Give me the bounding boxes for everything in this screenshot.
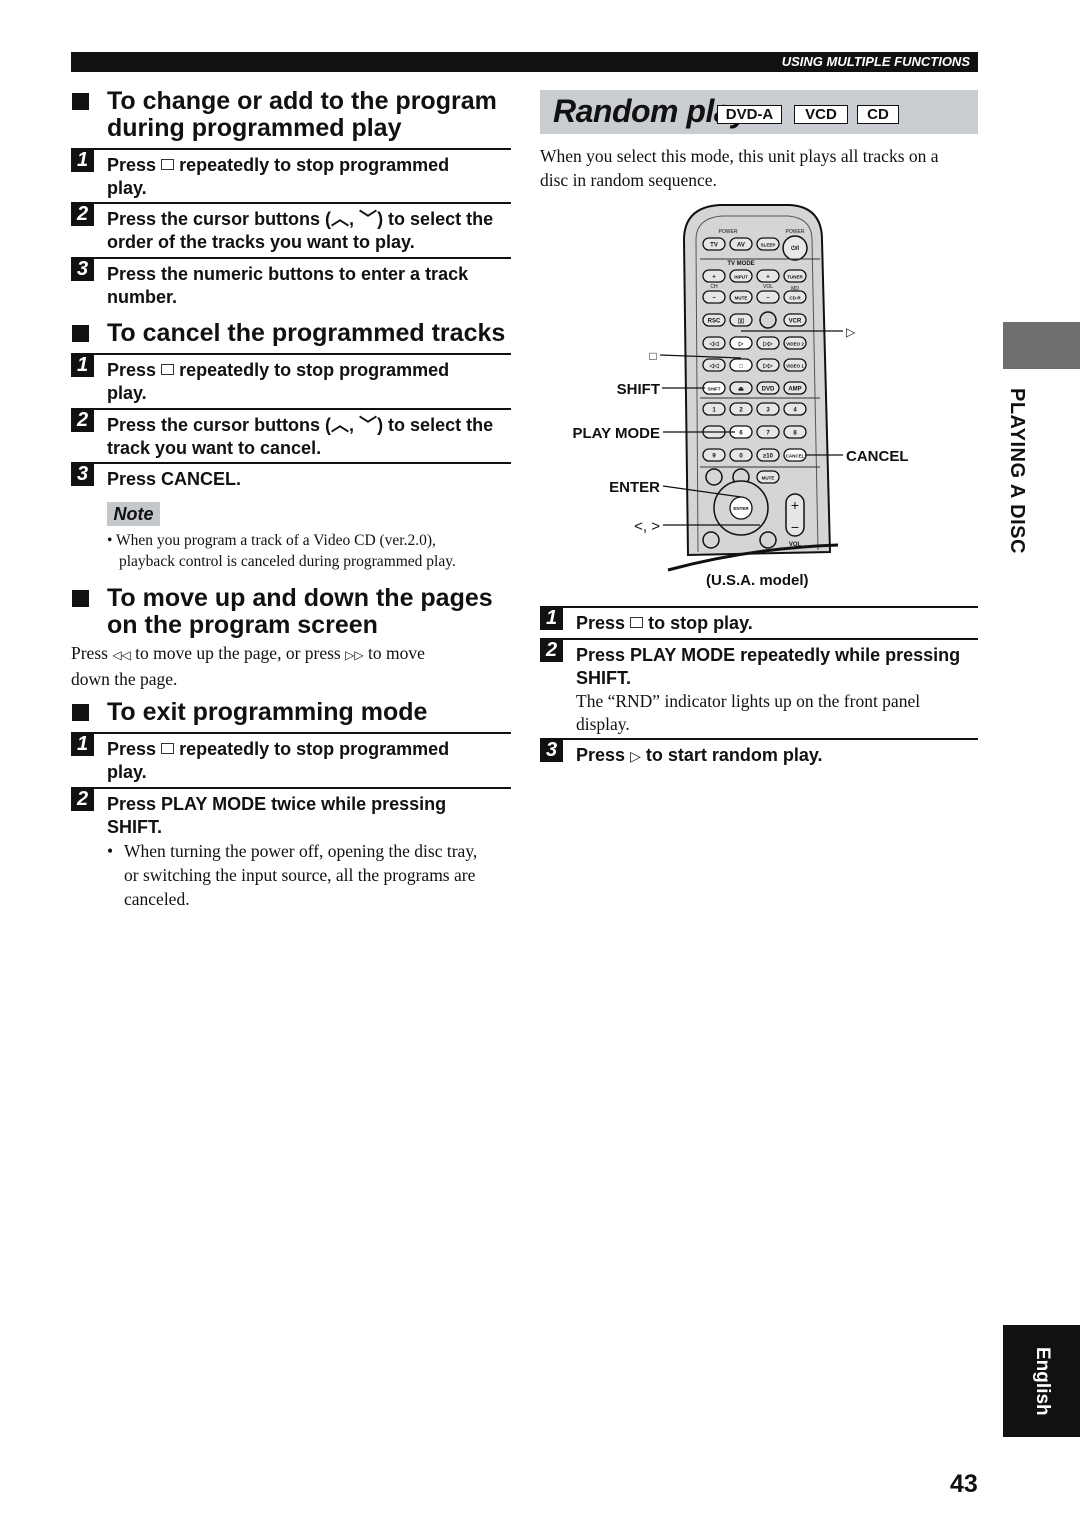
svg-text:VOL: VOL	[763, 284, 773, 290]
svg-text:▷: ▷	[738, 341, 744, 348]
stop-icon	[161, 364, 175, 375]
cursor-up-down-icon: ︿, ﹀	[331, 209, 378, 229]
svg-text:AMP: AMP	[788, 387, 801, 393]
svg-text:AV: AV	[737, 243, 745, 249]
svg-text:⏻/I: ⏻/I	[791, 245, 799, 252]
svg-text:SHIFT: SHIFT	[708, 387, 721, 392]
play-callout: ▷	[846, 325, 856, 339]
svg-text:POWER: POWER	[719, 229, 738, 235]
cursor-callout: <, >	[634, 518, 660, 535]
chapter-tab-marker	[1003, 322, 1080, 369]
heading-change-program: To change or add to the program during pr…	[71, 88, 547, 142]
svg-text:−: −	[791, 519, 799, 535]
random-intro: When you select this mode, this unit pla…	[540, 146, 939, 190]
svg-text:SLEEP: SLEEP	[761, 243, 776, 248]
svg-text:VIDEO 2: VIDEO 2	[786, 342, 804, 347]
enter-callout: ENTER	[609, 479, 660, 496]
step-3: 3 Press CANCEL.	[71, 462, 511, 496]
remote-caption: (U.S.A. model)	[706, 572, 809, 589]
step-2: 2 Press PLAY MODE twice while pressing SHI…	[71, 787, 511, 839]
remote-button	[759, 311, 777, 329]
step-1: 1 Press repeatedly to stop programmed play…	[71, 732, 511, 787]
step-3: 3 Press the numeric buttons to enter a tr…	[71, 257, 511, 312]
svg-text:≥10: ≥10	[763, 454, 774, 460]
svg-text:TUNER: TUNER	[787, 275, 803, 280]
svg-text:◁◁: ◁◁	[708, 341, 719, 348]
language-tab: English	[1003, 1325, 1080, 1437]
stop-callout: □	[649, 349, 656, 363]
svg-text:+: +	[712, 275, 716, 281]
step-1: 1 Press repeatedly to stop programmed play…	[71, 148, 511, 202]
skip-forward-icon: ▷▷	[345, 648, 364, 662]
svg-text:RSC: RSC	[708, 319, 721, 325]
language-label: English	[1032, 1347, 1053, 1416]
section-title: USING MULTIPLE FUNCTIONS	[781, 54, 970, 69]
section-header-bar: USING MULTIPLE FUNCTIONS	[71, 52, 978, 72]
cursor-up-down-icon: ︿, ﹀	[331, 415, 378, 435]
svg-text:MUTE: MUTE	[762, 476, 775, 481]
svg-text:POWER: POWER	[786, 229, 805, 235]
svg-text:▷▷: ▷▷	[762, 363, 773, 370]
random-play-heading: Random play DVD-A VCD CD	[540, 90, 978, 134]
exit-bullet: • When turning the power off, opening the…	[107, 841, 478, 909]
svg-text:CH: CH	[710, 284, 718, 290]
cancel-callout: CANCEL	[846, 448, 909, 465]
svg-text:ENTER: ENTER	[733, 506, 749, 511]
play-mode-callout: PLAY MODE	[572, 425, 660, 442]
chapter-tab-label: PLAYING A DISC	[1006, 388, 1028, 554]
page-number: 43	[950, 1470, 978, 1498]
step-1: 1 Press repeatedly to stop programmed play…	[71, 353, 511, 408]
play-icon: ▷	[630, 748, 641, 764]
heading-cancel-program: To cancel the programmed tracks	[71, 320, 547, 347]
note-text: • When you program a track of a Video CD…	[107, 532, 456, 570]
svg-text:DVD: DVD	[762, 387, 775, 393]
svg-text:VIDEO 1: VIDEO 1	[786, 364, 804, 369]
badge-cd: CD	[857, 105, 899, 124]
svg-text:TV: TV	[710, 243, 718, 249]
svg-text:+: +	[791, 497, 799, 513]
step-2: 2 Press the cursor buttons (︿, ﹀) to sele…	[71, 408, 511, 462]
svg-text:TV MODE: TV MODE	[727, 261, 754, 267]
remote-control-illustration: POWER POWERTV MODECH VOL MDTV AV SLEEP⏻/I+ INP…	[572, 204, 909, 572]
step-3: 3 Press ▷ to start random play.	[540, 738, 978, 772]
skip-back-icon: ◁◁	[112, 648, 131, 662]
step-2: 2 Press PLAY MODE repeatedly while pressi…	[540, 638, 978, 738]
badge-dvd-a: DVD-A	[717, 105, 782, 124]
svg-text:−: −	[766, 296, 770, 302]
stop-icon	[161, 743, 175, 754]
stop-icon	[630, 617, 644, 628]
svg-text:□: □	[739, 364, 743, 370]
svg-text:+: +	[766, 275, 770, 281]
svg-text:INPUT: INPUT	[734, 275, 748, 280]
svg-text:▷▷: ▷▷	[762, 341, 773, 348]
svg-text:⏏: ⏏	[738, 387, 744, 393]
heading-exit-programming: To exit programming mode	[71, 699, 547, 726]
stop-icon	[161, 159, 175, 170]
svg-text:−: −	[712, 296, 716, 302]
heading-move-pages: To move up and down the pages on the prog…	[71, 585, 547, 639]
step-2: 2 Press the cursor buttons (︿, ﹀) to sele…	[71, 202, 511, 257]
svg-text:▯▯: ▯▯	[738, 319, 745, 325]
svg-text:MUTE: MUTE	[735, 296, 748, 301]
shift-callout: SHIFT	[617, 381, 660, 398]
svg-text:◁◁: ◁◁	[708, 363, 719, 370]
svg-text:VOL: VOL	[789, 542, 802, 548]
step-1: 1 Press to stop play.	[540, 606, 978, 638]
remote-button	[759, 531, 777, 549]
svg-text:CANCEL: CANCEL	[786, 454, 805, 459]
move-pages-text: Press ◁◁ to move up the page, or press ▷…	[71, 643, 425, 689]
note-label: Note	[107, 502, 160, 526]
svg-text:CD-R: CD-R	[789, 296, 801, 301]
remote-button	[702, 531, 720, 549]
badge-vcd: VCD	[794, 105, 848, 124]
remote-button	[705, 468, 723, 486]
svg-text:VCR: VCR	[789, 319, 802, 325]
